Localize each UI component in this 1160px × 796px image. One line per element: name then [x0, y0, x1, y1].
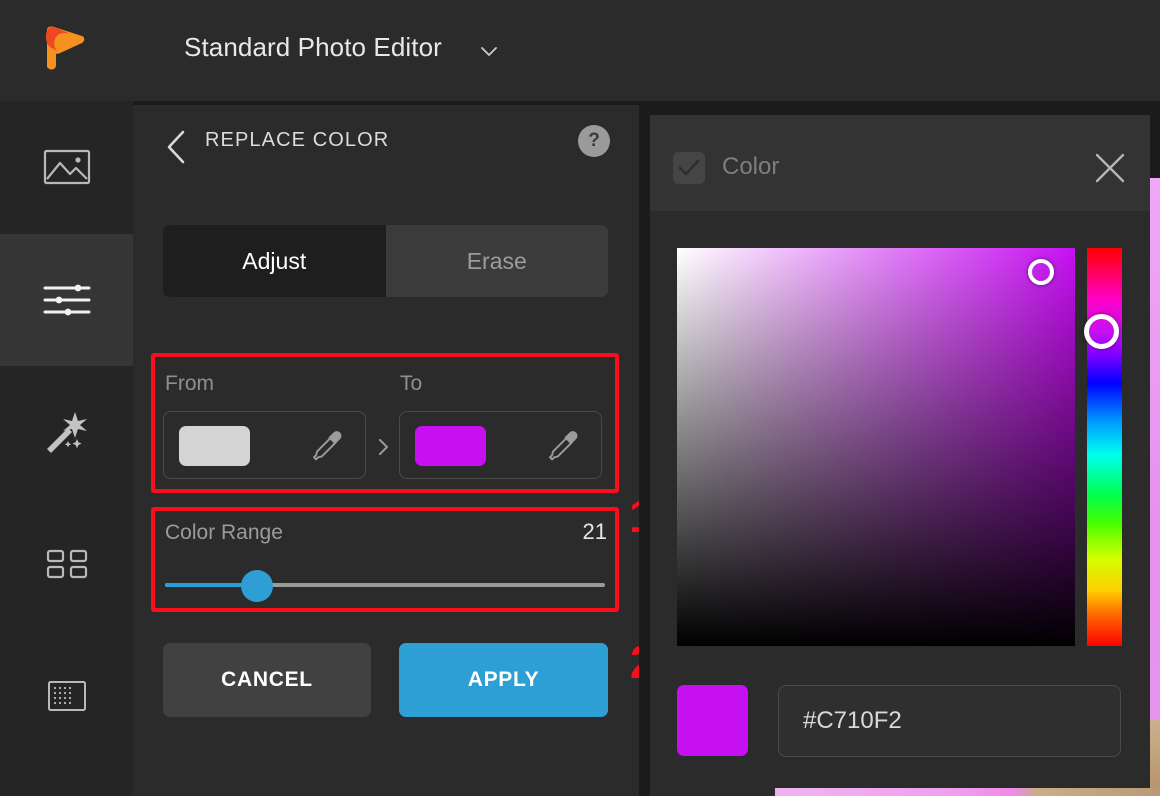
to-label: To — [400, 372, 423, 395]
color-range-knob[interactable] — [241, 570, 274, 602]
magic-wand-icon — [44, 410, 90, 454]
checkmark-icon — [678, 159, 700, 176]
hex-input[interactable]: #C710F2 — [778, 685, 1121, 757]
tab-erase[interactable]: Erase — [386, 225, 609, 297]
top-bar: Standard Photo Editor — [0, 0, 1160, 101]
mode-tabs: Adjust Erase — [163, 225, 608, 297]
page-title: REPLACE COLOR — [205, 129, 390, 151]
chevron-left-icon[interactable] — [162, 127, 190, 167]
question-mark-icon[interactable]: ? — [578, 125, 610, 157]
sidebar-item-overlays[interactable] — [0, 498, 133, 630]
sidebar-item-image[interactable] — [0, 101, 133, 233]
color-range-value: 21 — [582, 519, 607, 544]
color-picker-title: Color — [722, 153, 780, 180]
tab-adjust[interactable]: Adjust — [163, 225, 386, 297]
color-range-group: Color Range 21 — [165, 517, 609, 602]
color-range-slider[interactable] — [165, 583, 605, 587]
from-to-group: From To — [163, 363, 611, 483]
sv-black-gradient — [677, 248, 1075, 646]
sidebar-item-adjust[interactable] — [0, 234, 133, 366]
current-color-swatch[interactable] — [677, 685, 748, 756]
app-title: Standard Photo Editor — [184, 32, 442, 62]
color-range-label: Color Range — [165, 521, 283, 544]
eyedropper-icon[interactable] — [545, 428, 581, 464]
canvas-edge-strip — [1150, 178, 1160, 781]
apply-button[interactable]: APPLY — [399, 643, 608, 717]
cancel-button[interactable]: CANCEL — [163, 643, 371, 717]
panel-header: REPLACE COLOR ? — [133, 105, 639, 190]
hue-handle[interactable] — [1084, 314, 1119, 349]
canvas-corner-strip — [1150, 720, 1160, 796]
sliders-icon — [43, 280, 91, 320]
sidebar-item-effects[interactable] — [0, 366, 133, 498]
canvas-bottom-strip — [775, 788, 1160, 796]
saturation-value-area[interactable] — [677, 248, 1075, 646]
brand-logo-icon[interactable] — [44, 25, 86, 73]
grid-four-icon — [46, 549, 88, 579]
to-color-field[interactable] — [399, 411, 602, 479]
eyedropper-icon[interactable] — [309, 428, 345, 464]
color-picker-header: Color — [650, 115, 1150, 211]
texture-icon — [47, 680, 87, 712]
color-enabled-checkbox[interactable] — [673, 152, 705, 184]
panel-divider — [639, 105, 650, 796]
from-color-field[interactable] — [163, 411, 366, 479]
left-tool-rail — [0, 101, 133, 796]
to-color-swatch[interactable] — [415, 426, 486, 466]
replace-color-panel: REPLACE COLOR ? Adjust Erase 1 From To — [133, 105, 656, 796]
hex-row: #C710F2 — [677, 685, 1121, 759]
close-x-icon[interactable] — [1093, 151, 1127, 185]
chevron-down-icon[interactable] — [477, 39, 501, 63]
from-color-swatch[interactable] — [179, 426, 250, 466]
app-window: Standard Photo Editor REPLACE COLOR ? Ad… — [0, 0, 1160, 796]
hue-slider[interactable] — [1084, 248, 1122, 646]
chevron-right-icon — [375, 437, 391, 457]
sv-handle[interactable] — [1028, 259, 1054, 285]
from-label: From — [165, 372, 214, 395]
color-picker-popover: Color #C710F2 — [650, 115, 1150, 796]
image-icon — [43, 147, 91, 187]
sidebar-item-texture[interactable] — [0, 630, 133, 762]
